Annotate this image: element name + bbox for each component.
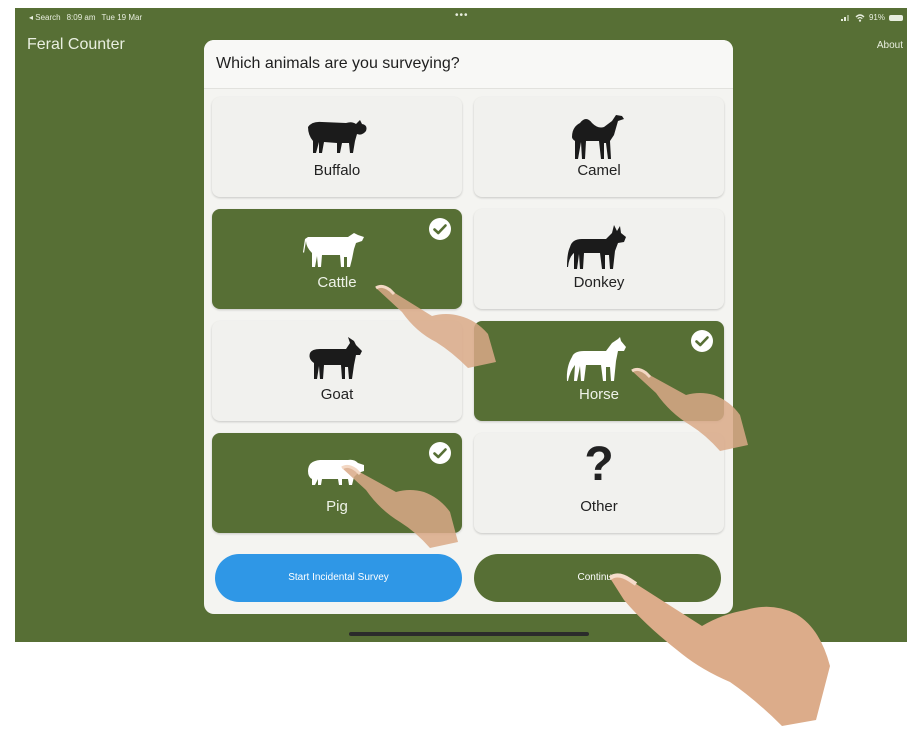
pointing-hand-icon [341,464,458,548]
goat-icon [309,337,362,379]
animal-tile-donkey[interactable]: Donkey [474,209,724,309]
dialog-title: Which animals are you surveying? [216,55,460,72]
checkmark-icon [691,330,713,352]
status-date: Tue 19 Mar [101,13,143,22]
pointing-hand-icon [375,284,496,368]
buffalo-icon [308,120,367,153]
multitasking-dots[interactable]: ••• [455,10,469,21]
cattle-icon [303,233,364,267]
pointing-hand-icon [631,367,748,451]
animal-label: Donkey [573,274,625,291]
pointing-hand-icon [608,573,830,726]
battery-icon [889,14,903,21]
app-title: Feral Counter [27,36,125,53]
battery-percent: 91% [868,13,885,22]
animal-label: Camel [577,162,621,179]
about-link[interactable]: About [877,40,903,51]
animal-label: Other [580,498,618,515]
start-incidental-survey-button[interactable]: Start Incidental Survey [215,554,462,602]
wifi-icon [855,13,865,22]
signal-icon [840,15,849,21]
status-bar: ◂ Search 8:09 am Tue 19 Mar ••• 91% [15,8,907,26]
home-indicator [349,632,589,636]
horse-icon [566,337,626,381]
animal-tile-camel[interactable]: Camel [474,97,724,197]
checkmark-icon [429,218,451,240]
camel-icon [572,115,624,159]
donkey-icon [567,225,626,269]
animal-label: Goat [320,386,354,403]
status-time: 8:09 am [66,13,96,22]
back-to-search-link[interactable]: ◂ Search [29,13,61,22]
dialog-header: Which animals are you surveying? [204,40,733,89]
animal-label: Buffalo [313,162,361,179]
animal-tile-buffalo[interactable]: Buffalo [212,97,462,197]
